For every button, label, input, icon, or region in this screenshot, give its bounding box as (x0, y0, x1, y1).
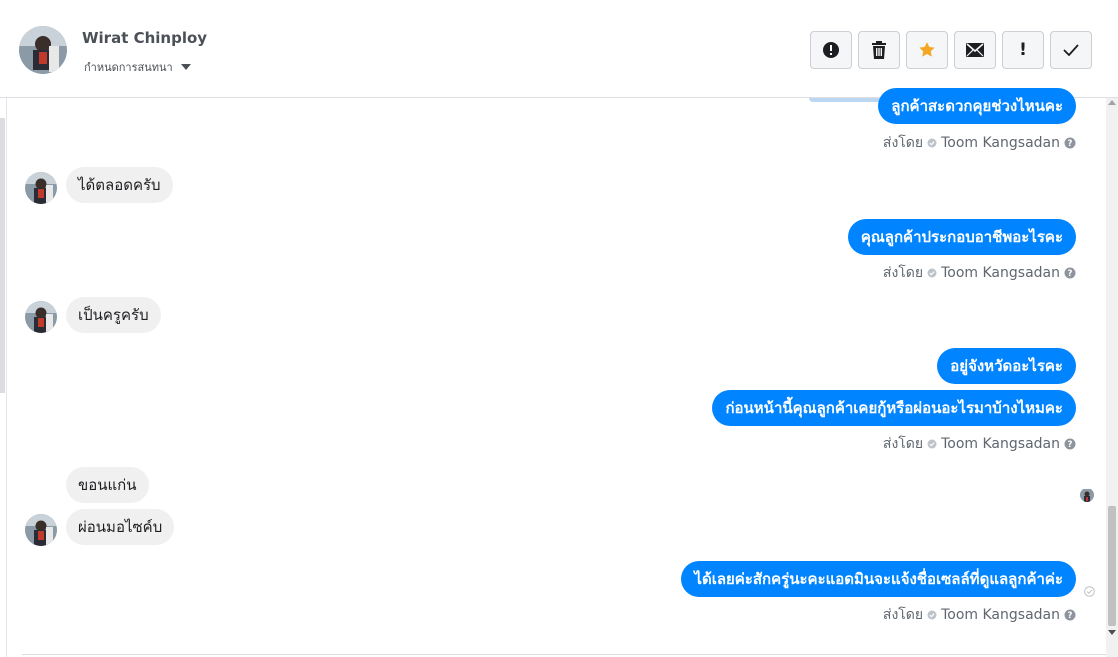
sent-by-label: ส่งโดย Toom Kangsadan ? (883, 433, 1076, 455)
agent-name[interactable]: Toom Kangsadan (941, 265, 1060, 281)
left-panel-edge (0, 118, 5, 393)
svg-text:?: ? (1068, 139, 1073, 149)
outgoing-message[interactable]: คุณลูกค้าประกอบอาชีพอะไรคะ (847, 219, 1076, 255)
sent-by-label: ส่งโดย Toom Kangsadan ? (883, 132, 1076, 154)
help-icon[interactable]: ? (1064, 267, 1076, 279)
agent-name[interactable]: Toom Kangsadan (941, 135, 1060, 151)
message-text: ได้ตลอดครับ (78, 176, 161, 194)
outgoing-message[interactable]: ก่อนหน้านี้คุณลูกค้าเคยกู้หรือผ่อนอะไรมา… (712, 390, 1076, 426)
conversation-header: Wirat Chinploy กำหนดการสนทนา ! (0, 0, 1118, 98)
sent-by-prefix: ส่งโดย (882, 135, 924, 151)
incoming-message[interactable]: ได้ตลอดครับ (66, 167, 173, 203)
contact-avatar-small[interactable] (25, 172, 57, 204)
trash-icon (872, 41, 886, 59)
message-text: เป็นครูครับ (78, 306, 149, 324)
sent-by-prefix: ส่งโดย (882, 436, 924, 452)
contact-name: Wirat Chinploy (82, 29, 208, 47)
outgoing-message[interactable]: ได้เลยค่ะสักครู่นะคะแอดมินจะแจ้งชื่อเซลล… (681, 561, 1076, 597)
seen-avatar (1080, 488, 1094, 502)
svg-text:?: ? (1068, 269, 1073, 279)
envelope-icon (966, 43, 984, 57)
svg-text:?: ? (1068, 440, 1073, 450)
outgoing-message[interactable]: ลูกค้าสะดวกคุยช่วงไหนคะ (878, 88, 1076, 124)
agent-name[interactable]: Toom Kangsadan (941, 607, 1060, 623)
conversation-options-dropdown[interactable]: กำหนดการสนทนา (84, 58, 191, 76)
help-icon[interactable]: ? (1064, 609, 1076, 621)
contact-avatar-small[interactable] (25, 301, 57, 333)
contact-avatar-small[interactable] (25, 514, 57, 546)
mark-important-button[interactable]: ! (1002, 31, 1044, 69)
verified-check-icon (927, 268, 937, 278)
exclamation-icon: ! (1019, 39, 1027, 60)
help-icon[interactable]: ? (1064, 137, 1076, 149)
outgoing-message[interactable]: อยู่จังหวัดอะไรคะ (937, 348, 1076, 384)
incoming-message[interactable]: เป็นครูครับ (66, 297, 161, 333)
sent-by-prefix: ส่งโดย (882, 607, 924, 623)
scroll-up-arrow-icon[interactable] (1108, 100, 1116, 105)
message-text: ได้เลยค่ะสักครู่นะคะแอดมินจะแจ้งชื่อเซลล… (694, 570, 1063, 588)
check-icon (1063, 44, 1079, 56)
sent-by-label: ส่งโดย Toom Kangsadan ? (883, 262, 1076, 284)
composer-top-border (22, 654, 1106, 655)
mark-done-button[interactable] (1050, 31, 1092, 69)
left-divider (6, 98, 7, 657)
alert-circle-icon (823, 42, 839, 58)
conversation-options-label: กำหนดการสนทนา (84, 61, 173, 74)
scroll-down-arrow-icon[interactable] (1108, 630, 1116, 635)
sent-by-prefix: ส่งโดย (882, 265, 924, 281)
thread-scrollbar[interactable] (1106, 98, 1118, 657)
verified-check-icon (927, 610, 937, 620)
help-icon[interactable]: ? (1064, 438, 1076, 450)
message-text: อยู่จังหวัดอะไรคะ (950, 357, 1063, 375)
caret-down-icon (180, 64, 191, 70)
action-toolbar: ! (810, 31, 1092, 69)
incoming-message[interactable]: ผ่อนมอไซค์บ (66, 509, 175, 545)
incoming-message[interactable]: ขอนแก่น (66, 467, 149, 503)
sent-by-label: ส่งโดย Toom Kangsadan ? (883, 604, 1076, 626)
scrollbar-thumb[interactable] (1108, 506, 1116, 626)
verified-check-icon (927, 439, 937, 449)
agent-name[interactable]: Toom Kangsadan (941, 436, 1060, 452)
mark-unread-button[interactable] (954, 31, 996, 69)
message-text: ก่อนหน้านี้คุณลูกค้าเคยกู้หรือผ่อนอะไรมา… (725, 399, 1063, 417)
report-button[interactable] (810, 31, 852, 69)
star-button[interactable] (906, 31, 948, 69)
message-text: ขอนแก่น (78, 476, 137, 494)
svg-text:?: ? (1068, 611, 1073, 621)
verified-check-icon (927, 138, 937, 148)
star-icon (919, 42, 935, 57)
message-text: คุณลูกค้าประกอบอาชีพอะไรคะ (860, 228, 1063, 246)
message-text: ผ่อนมอไซค์บ (78, 518, 163, 536)
message-text: ลูกค้าสะดวกคุยช่วงไหนคะ (891, 97, 1063, 115)
delivered-icon (1084, 582, 1095, 601)
contact-avatar[interactable] (19, 26, 67, 74)
delete-button[interactable] (858, 31, 900, 69)
